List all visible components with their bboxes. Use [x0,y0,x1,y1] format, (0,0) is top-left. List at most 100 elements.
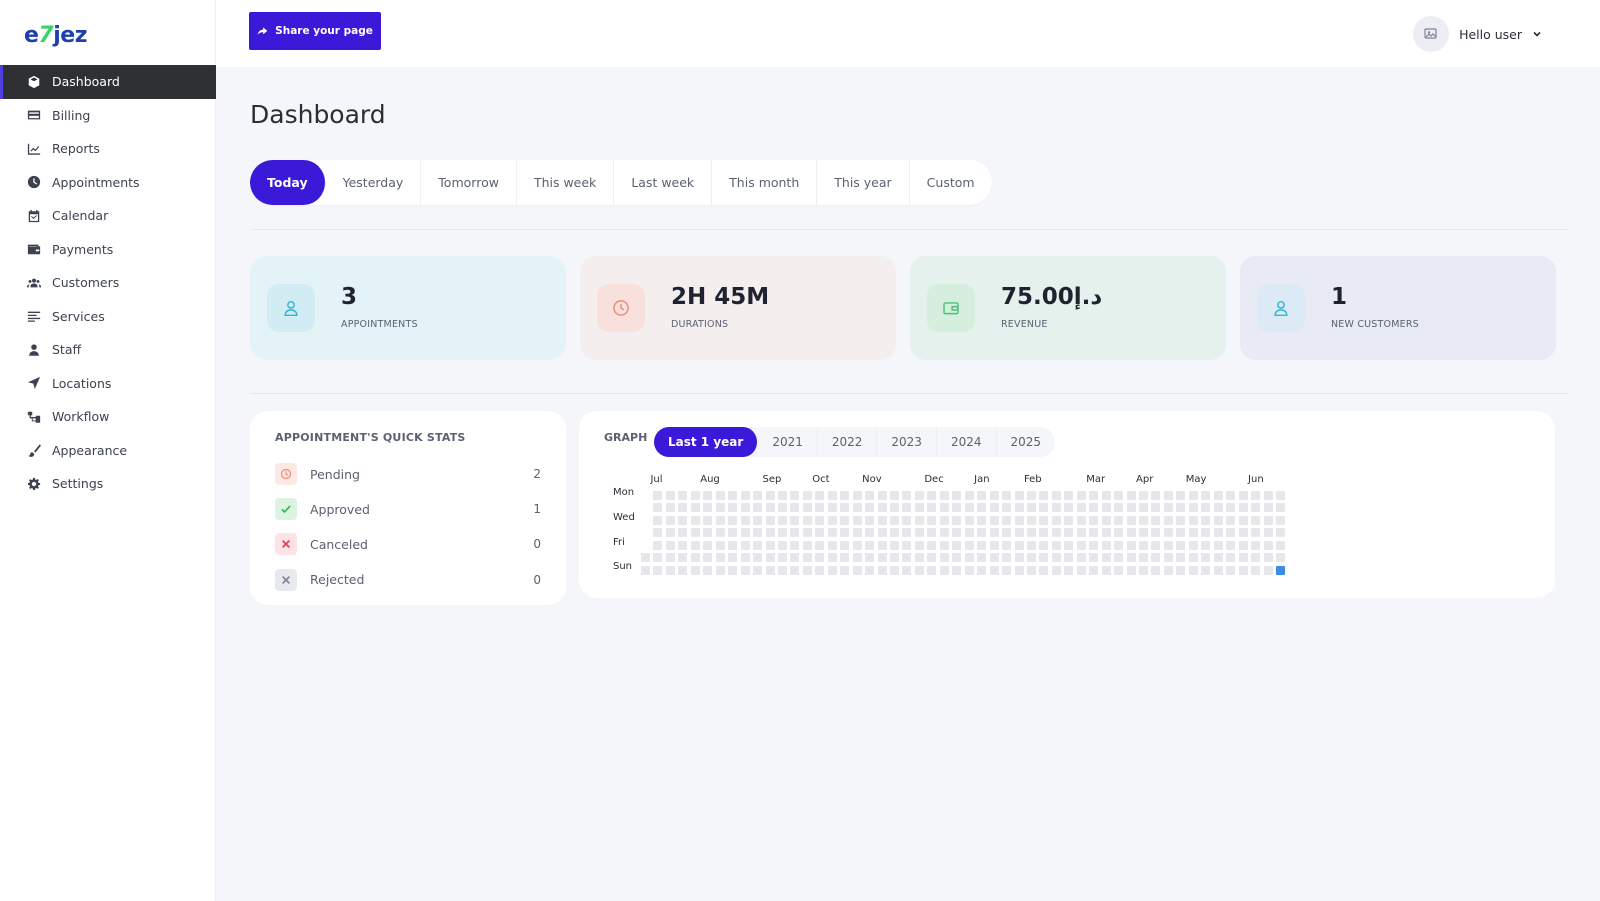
heatmap-cell[interactable] [740,503,750,513]
heatmap-cell[interactable] [927,540,937,550]
heatmap-cell[interactable] [653,491,663,500]
heatmap-cell[interactable] [1213,565,1223,575]
heatmap-cell[interactable] [790,540,800,550]
heatmap-cell[interactable] [1163,553,1173,563]
heatmap-cell[interactable] [877,565,887,575]
heatmap-cell[interactable] [1275,528,1285,538]
heatmap-cell[interactable] [653,515,663,525]
heatmap-cell[interactable] [890,528,899,538]
heatmap-cell[interactable] [790,553,800,563]
heatmap-cell[interactable] [1238,503,1248,513]
heatmap-cell[interactable] [777,565,787,575]
heatmap-cell[interactable] [1002,491,1012,500]
heatmap-cell[interactable] [753,565,763,575]
heatmap-cell[interactable] [1101,515,1111,525]
heatmap-cell[interactable] [865,491,875,500]
heatmap-cell[interactable] [740,540,750,550]
heatmap-cell[interactable] [964,491,974,500]
heatmap-cell[interactable] [715,528,725,538]
heatmap-cell[interactable] [964,515,974,525]
heatmap-cell[interactable] [1026,565,1036,575]
heatmap-cell[interactable] [1101,553,1111,563]
heatmap-cell[interactable] [1002,553,1012,563]
heatmap-cell[interactable] [1238,553,1248,563]
sidebar-item-staff[interactable]: Staff [0,333,216,367]
heatmap-cell[interactable] [1089,503,1099,513]
heatmap-cell[interactable] [1101,565,1111,575]
heatmap-cell[interactable] [840,553,850,563]
heatmap-cell[interactable] [914,515,924,525]
heatmap-cell[interactable] [827,503,837,513]
heatmap-cell[interactable] [777,491,787,500]
heatmap-cell[interactable] [902,540,912,550]
heatmap-cell[interactable] [1002,540,1012,550]
heatmap-cell[interactable] [777,503,787,513]
heatmap-cell[interactable] [1126,565,1136,575]
heatmap-cell[interactable] [989,491,999,500]
heatmap-cell[interactable] [665,540,675,550]
heatmap-cell[interactable] [1114,491,1124,500]
brand-logo[interactable]: e 7 jez [24,18,88,52]
heatmap-cell[interactable] [914,553,924,563]
heatmap-cell[interactable] [1114,553,1124,563]
heatmap-cell[interactable] [1126,491,1136,500]
heatmap-cell[interactable] [690,503,700,513]
heatmap-cell[interactable] [802,540,812,550]
heatmap-cell[interactable] [977,503,987,513]
heatmap-cell[interactable] [1151,565,1161,575]
heatmap-cell[interactable] [1275,540,1285,550]
tab-yesterday[interactable]: Yesterday [326,160,422,205]
tab-this-year[interactable]: This year [817,160,910,205]
heatmap-cell[interactable] [1188,503,1198,513]
heatmap-cell[interactable] [1275,515,1285,525]
heatmap-cell[interactable] [939,565,949,575]
heatmap-cell[interactable] [1139,515,1148,525]
heatmap-cell[interactable] [1163,503,1173,513]
heatmap-cell[interactable] [1238,565,1248,575]
heatmap-cell[interactable] [989,515,999,525]
heatmap-cell[interactable] [690,491,700,500]
tab-this-month[interactable]: This month [712,160,818,205]
heatmap-cell[interactable] [740,528,750,538]
tab-last-week[interactable]: Last week [614,160,713,205]
heatmap-cell[interactable] [765,503,775,513]
heatmap-cell[interactable] [952,565,962,575]
sidebar-item-workflow[interactable]: Workflow [0,400,216,434]
heatmap-cell[interactable] [1251,528,1261,538]
heatmap-cell[interactable] [977,528,987,538]
heatmap-cell[interactable] [1139,528,1148,538]
graph-tab-last-1-year[interactable]: Last 1 year [654,427,759,457]
heatmap-cell[interactable] [1188,540,1198,550]
heatmap-cell[interactable] [802,515,812,525]
heatmap-cell[interactable] [1051,491,1061,500]
heatmap-cell[interactable] [1238,515,1248,525]
heatmap-cell[interactable] [703,515,713,525]
heatmap-cell[interactable] [753,528,763,538]
heatmap-cell[interactable] [1064,503,1074,513]
heatmap-cell[interactable] [952,540,962,550]
heatmap-cell[interactable] [1064,565,1074,575]
heatmap-cell[interactable] [1002,565,1012,575]
heatmap-cell[interactable] [1213,503,1223,513]
heatmap-cell[interactable] [1151,515,1161,525]
heatmap-cell[interactable] [1188,528,1198,538]
heatmap-cell[interactable] [1151,540,1161,550]
heatmap-cell[interactable] [1275,553,1285,563]
heatmap-cell[interactable] [1201,565,1211,575]
heatmap-cell[interactable] [815,553,825,563]
heatmap-cell[interactable] [653,503,663,513]
heatmap-cell[interactable] [1064,553,1074,563]
heatmap-cell[interactable] [1238,491,1248,500]
heatmap-cell[interactable] [827,540,837,550]
heatmap-cell[interactable] [952,491,962,500]
heatmap-cell[interactable] [1251,553,1261,563]
heatmap-cell[interactable] [802,553,812,563]
heatmap-cell[interactable] [1226,565,1236,575]
heatmap-cell[interactable] [728,503,738,513]
heatmap-cell[interactable] [1064,491,1074,500]
heatmap-cell[interactable] [1026,540,1036,550]
heatmap-cell[interactable] [1002,503,1012,513]
heatmap-cell[interactable] [1213,540,1223,550]
heatmap-cell[interactable] [1188,515,1198,525]
heatmap-cell[interactable] [665,515,675,525]
